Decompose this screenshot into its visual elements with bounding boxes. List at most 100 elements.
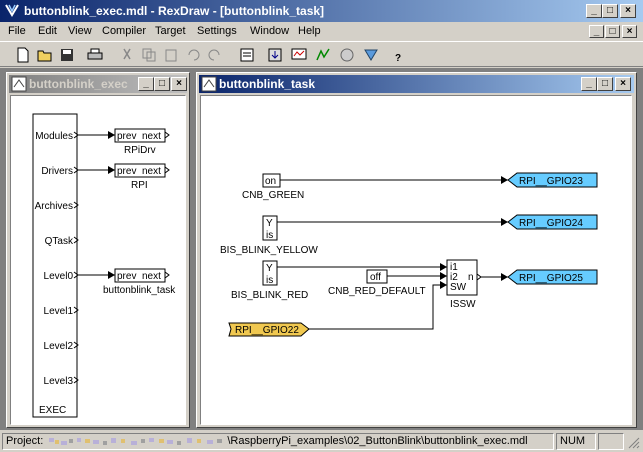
status-project-panel: Project: \RaspberryPi_examples\02_Button…	[2, 433, 554, 450]
compile-icon[interactable]	[238, 46, 256, 64]
task-close-button[interactable]: ×	[615, 77, 631, 91]
bis-yellow-name: BIS_BLINK_YELLOW	[220, 245, 318, 256]
mdi-minimize-button[interactable]: _	[589, 25, 604, 38]
status-empty-panel	[598, 433, 624, 450]
exec-maximize-button[interactable]: □	[154, 77, 170, 91]
task-window-title-bar[interactable]: buttonblink_task _ □ ×	[199, 75, 634, 93]
simulate-stop-icon[interactable]	[362, 46, 380, 64]
rpi-block[interactable]: prev next RPI	[77, 163, 170, 191]
redo-icon[interactable]	[206, 46, 224, 64]
wire-arrow	[501, 273, 508, 281]
bis-yellow-y-port: Y	[266, 218, 273, 229]
buttonblink-task-block[interactable]: prev next buttonblink_task	[77, 268, 176, 296]
cnb-red-default-block[interactable]: off CNB_RED_DEFAULT	[328, 269, 426, 297]
paste-icon[interactable]	[162, 46, 180, 64]
help-icon[interactable]: ?	[390, 46, 408, 64]
menu-edit[interactable]: Edit	[38, 25, 57, 37]
rpi-block-name: RPI	[131, 180, 148, 191]
rpidrv-prev-label: prev	[117, 131, 136, 142]
wire-arrow	[440, 263, 447, 271]
exec-close-button[interactable]: ×	[171, 77, 187, 91]
watch-icon[interactable]	[290, 46, 308, 64]
cnb-green-block[interactable]: on CNB_GREEN	[242, 173, 304, 201]
cnb-green-value: on	[265, 176, 276, 187]
undo-icon[interactable]	[184, 46, 202, 64]
goto-gpio25-label: RPI__GPIO25	[519, 273, 583, 284]
mdi-restore-button[interactable]: □	[605, 25, 620, 38]
exec-port-level2: Level2	[44, 341, 74, 352]
rpi-prev-label: prev	[117, 166, 136, 177]
wire-arrow	[440, 281, 447, 289]
task-block-name: buttonblink_task	[103, 285, 176, 296]
task-minimize-button[interactable]: _	[581, 77, 597, 91]
diagnostics-icon[interactable]	[314, 46, 332, 64]
status-project-label: Project:	[6, 435, 44, 447]
exec-window-title-bar[interactable]: buttonblink_exec _ □ ×	[9, 75, 187, 93]
rpidrv-block[interactable]: prev next RPiDrv	[77, 128, 170, 156]
task-next-label: next	[142, 271, 161, 282]
save-icon[interactable]	[58, 46, 76, 64]
status-num-panel: NUM	[556, 433, 596, 450]
mdi-workspace: buttonblink_exec _ □ × Modules Drivers Arc…	[0, 68, 643, 430]
task-canvas[interactable]: on CNB_GREEN Y is BIS_BLINK_YELLOW Y is …	[200, 95, 632, 425]
issw-block[interactable]: i1 i2 SW n ISSW	[446, 259, 482, 310]
exec-canvas[interactable]: Modules Drivers Archives QTask Level0 Level1 L…	[10, 95, 186, 425]
wire-arrow	[440, 272, 447, 280]
close-button[interactable]: ×	[620, 4, 636, 18]
exec-port-level3: Level3	[44, 376, 74, 387]
menu-bar: File Edit View Compiler Target Settings …	[0, 22, 643, 41]
bis-yellow-is-port: is	[266, 230, 273, 241]
exec-diagram: Modules Drivers Archives QTask Level0 Level1 L…	[32, 113, 176, 418]
cnb-red-default-name: CNB_RED_DEFAULT	[328, 286, 426, 297]
menu-window[interactable]: Window	[250, 25, 289, 37]
simulate-icon[interactable]	[338, 46, 356, 64]
window-title: buttonblink_exec.mdl - RexDraw - [button…	[24, 4, 325, 18]
mdi-close-button[interactable]: ×	[622, 25, 637, 38]
menu-settings[interactable]: Settings	[197, 25, 237, 37]
new-icon[interactable]	[14, 46, 32, 64]
issw-sw-port: SW	[450, 282, 467, 293]
exec-port-archives: Archives	[35, 201, 73, 212]
download-icon[interactable]	[266, 46, 284, 64]
exec-port-level1: Level1	[44, 306, 74, 317]
menu-file[interactable]: File	[8, 25, 26, 37]
from-gpio22-label: RPI__GPIO22	[235, 325, 299, 336]
open-icon[interactable]	[36, 46, 54, 64]
app-title-bar: buttonblink_exec.mdl - RexDraw - [button…	[0, 0, 643, 22]
goto-rpi-gpio23[interactable]: RPI__GPIO23	[507, 172, 598, 188]
bis-red-name: BIS_BLINK_RED	[231, 290, 308, 301]
exec-port-modules: Modules	[35, 131, 73, 142]
obscured-path-pattern	[47, 436, 228, 446]
task-maximize-button[interactable]: □	[597, 77, 613, 91]
goto-rpi-gpio24[interactable]: RPI__GPIO24	[507, 214, 598, 230]
bis-red-y-port: Y	[266, 263, 273, 274]
goto-gpio24-label: RPI__GPIO24	[519, 218, 583, 229]
menu-help[interactable]: Help	[298, 25, 321, 37]
task-diagram: on CNB_GREEN Y is BIS_BLINK_YELLOW Y is …	[220, 172, 598, 337]
menu-view[interactable]: View	[68, 25, 92, 37]
print-icon[interactable]	[86, 46, 104, 64]
exec-port-drivers: Drivers	[41, 166, 73, 177]
task-window-title: buttonblink_task	[219, 77, 316, 91]
goto-rpi-gpio25[interactable]: RPI__GPIO25	[507, 269, 598, 285]
goto-gpio23-label: RPI__GPIO23	[519, 176, 583, 187]
menu-compiler[interactable]: Compiler	[102, 25, 146, 37]
rexdraw-app-icon	[5, 4, 19, 17]
exec-minimize-button[interactable]: _	[138, 77, 154, 91]
status-num: NUM	[560, 435, 586, 447]
copy-icon[interactable]	[140, 46, 158, 64]
from-rpi-gpio22[interactable]: RPI__GPIO22	[228, 322, 310, 337]
exec-port-level0: Level0	[44, 271, 74, 282]
maximize-button[interactable]: □	[602, 4, 618, 18]
menu-target[interactable]: Target	[155, 25, 186, 37]
exec-window[interactable]: buttonblink_exec _ □ × Modules Drivers Arc…	[6, 72, 190, 428]
cnb-red-default-value: off	[370, 272, 381, 283]
issw-name: ISSW	[450, 299, 476, 310]
minimize-button[interactable]: _	[586, 4, 602, 18]
task-window[interactable]: buttonblink_task _ □ × on CNB_GREEN Y is…	[196, 72, 637, 428]
rpidrv-next-label: next	[142, 131, 161, 142]
exec-block[interactable]	[32, 113, 78, 418]
resize-grip-icon[interactable]	[628, 437, 640, 449]
task-prev-label: prev	[117, 271, 136, 282]
cut-icon[interactable]	[118, 46, 136, 64]
